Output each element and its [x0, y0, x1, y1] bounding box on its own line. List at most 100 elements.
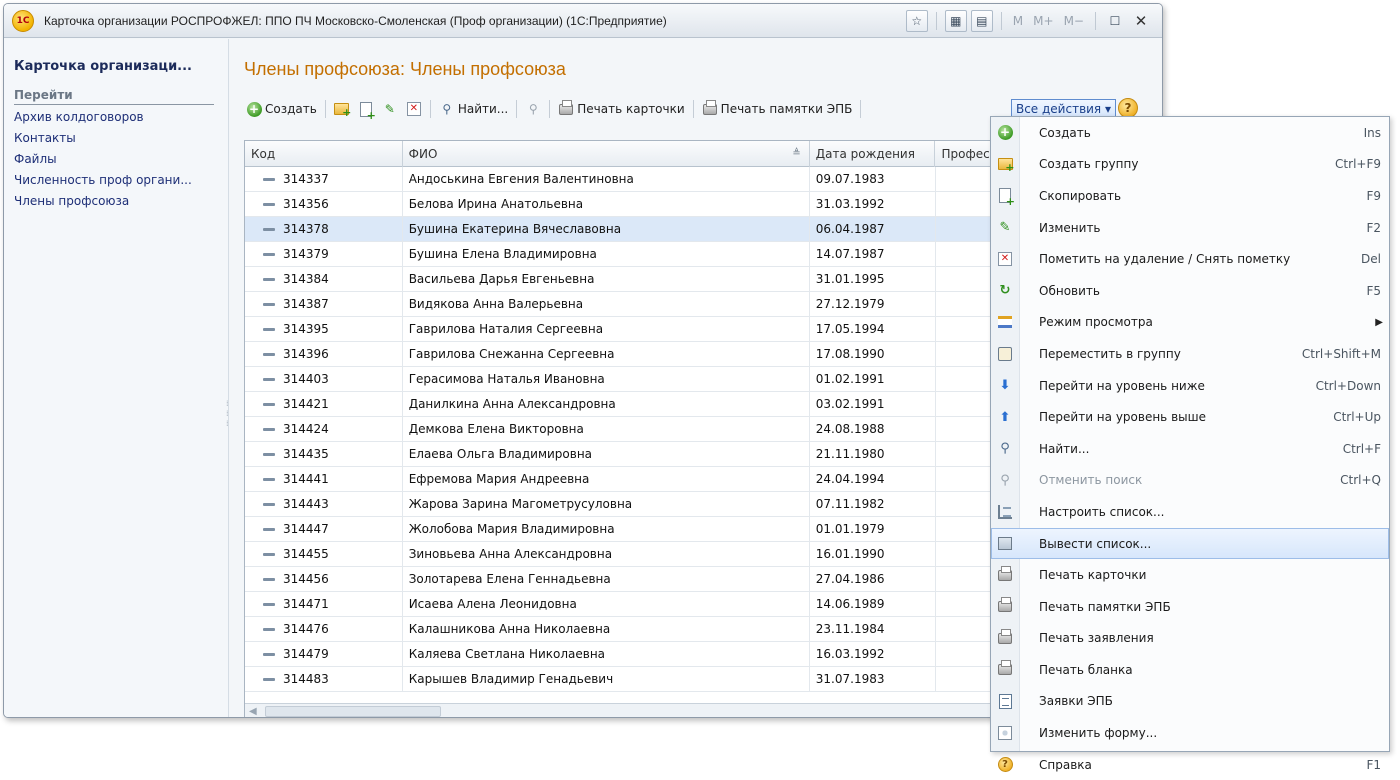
- element-marker-icon: [263, 228, 275, 231]
- create-group-button[interactable]: [330, 98, 354, 120]
- menu-item[interactable]: Изменить форму...: [991, 717, 1389, 749]
- menu-item-shortcut: F5: [1366, 283, 1381, 298]
- menu-item[interactable]: ⚲ Найти... Ctrl+F: [991, 433, 1389, 465]
- copy-button[interactable]: [354, 98, 378, 122]
- pencil-icon: ✎: [384, 102, 395, 116]
- scroll-thumb[interactable]: [265, 706, 441, 717]
- cell-fio: Гаврилова Наталия Сергеевна: [403, 317, 810, 342]
- cell-code-value: 314443: [283, 497, 329, 511]
- mark-delete-button[interactable]: ✕: [402, 98, 426, 120]
- calculator-icon[interactable]: ▦: [944, 10, 967, 32]
- column-header-fio-label: ФИО: [408, 147, 438, 161]
- find-button[interactable]: ⚲ Найти...: [435, 98, 512, 120]
- print-card-button[interactable]: Печать карточки: [554, 98, 688, 120]
- menu-item[interactable]: Создать группу Ctrl+F9: [991, 149, 1389, 181]
- menu-item[interactable]: ? Справка F1: [991, 749, 1389, 780]
- cell-birthdate: 06.04.1987: [810, 217, 936, 242]
- cell-fio: Жарова Зарина Магометрусуловна: [403, 492, 810, 517]
- menu-item[interactable]: ⬆ Перейти на уровень выше Ctrl+Up: [991, 401, 1389, 433]
- element-marker-icon: [263, 203, 275, 206]
- cell-code-value: 314387: [283, 297, 329, 311]
- element-marker-icon: [263, 628, 275, 631]
- memory-plus-button[interactable]: M+: [1030, 10, 1056, 32]
- menu-item[interactable]: Заявки ЭПБ: [991, 686, 1389, 718]
- menu-item[interactable]: Печать карточки: [991, 559, 1389, 591]
- delete-mark-icon: ✕: [406, 101, 422, 117]
- column-header-birthdate[interactable]: Дата рождения: [810, 141, 936, 167]
- find-label: Найти...: [457, 102, 509, 116]
- cell-code: 314479: [245, 642, 403, 667]
- left-link-3[interactable]: Численность проф органи...: [14, 172, 228, 189]
- menu-item[interactable]: Скопировать F9: [991, 180, 1389, 212]
- cell-fio: Бушина Елена Владимировна: [403, 242, 810, 267]
- column-header-fio[interactable]: ФИО ≜: [403, 141, 810, 167]
- menu-item[interactable]: Настроить список...: [991, 496, 1389, 528]
- cell-code-value: 314424: [283, 422, 329, 436]
- favorites-icon[interactable]: ☆: [905, 10, 928, 32]
- level-up-icon: ⬆: [999, 409, 1011, 425]
- cell-birthdate: 21.11.1980: [810, 442, 936, 467]
- menu-item[interactable]: ⬇ Перейти на уровень ниже Ctrl+Down: [991, 370, 1389, 402]
- element-marker-icon: [263, 303, 275, 306]
- cancel-search-button[interactable]: ⚲: [521, 98, 545, 120]
- create-icon: +: [997, 125, 1013, 141]
- menu-item[interactable]: Печать заявления: [991, 623, 1389, 655]
- cell-birthdate: 31.01.1995: [810, 267, 936, 292]
- cell-fio: Видякова Анна Валерьевна: [403, 292, 810, 317]
- edit-button[interactable]: ✎: [378, 98, 402, 120]
- cell-code-value: 314483: [283, 672, 329, 686]
- title-separator: [1095, 12, 1096, 30]
- app-logo-icon[interactable]: 1С: [12, 9, 34, 32]
- menu-item-label: Изменить форму...: [1039, 726, 1158, 741]
- close-icon[interactable]: ✕: [1130, 10, 1152, 32]
- left-link-2[interactable]: Файлы: [14, 151, 228, 168]
- printer-icon: [702, 99, 718, 117]
- cell-code: 314443: [245, 492, 403, 517]
- cell-birthdate: 14.07.1987: [810, 242, 936, 267]
- search-icon: ⚲: [442, 102, 452, 116]
- left-link-1[interactable]: Контакты: [14, 130, 228, 147]
- print-epb-button[interactable]: Печать памятки ЭПБ: [698, 98, 857, 120]
- menu-item[interactable]: Печать бланка: [991, 654, 1389, 686]
- menu-item[interactable]: Режим просмотра ▶: [991, 307, 1389, 339]
- cell-birthdate: 24.04.1994: [810, 467, 936, 492]
- cell-fio: Исаева Алена Леонидовна: [403, 592, 810, 617]
- menu-item[interactable]: Печать памятки ЭПБ: [991, 591, 1389, 623]
- maximize-icon[interactable]: ☐: [1104, 10, 1126, 32]
- menu-item[interactable]: Вывести список...: [991, 527, 1389, 560]
- memory-m-button[interactable]: M: [1010, 10, 1026, 32]
- menu-item-label: Скопировать: [1039, 188, 1122, 203]
- menu-item-label: Создать: [1039, 125, 1091, 140]
- create-button[interactable]: + Создать: [242, 98, 321, 120]
- toolbar-separator: [516, 100, 518, 118]
- calendar-icon[interactable]: ▤: [970, 10, 993, 32]
- cancel-search-icon: ⚲: [1000, 472, 1010, 488]
- printer-icon: [997, 660, 1013, 678]
- menu-item-shortcut: Ins: [1363, 125, 1381, 140]
- scroll-left-arrow-icon[interactable]: ◀: [249, 706, 257, 717]
- menu-item[interactable]: ✕ Пометить на удаление / Снять пометку Del: [991, 243, 1389, 275]
- cell-code-value: 314479: [283, 647, 329, 661]
- menu-item-shortcut: F2: [1366, 220, 1381, 235]
- cell-code-value: 314384: [283, 272, 329, 286]
- menu-item-label: Перейти на уровень выше: [1039, 410, 1206, 425]
- menu-item[interactable]: + Создать Ins: [991, 117, 1389, 149]
- left-link-0[interactable]: Архив колдоговоров: [14, 109, 228, 126]
- menu-item[interactable]: ↻ Обновить F5: [991, 275, 1389, 307]
- menu-item-shortcut: Del: [1361, 252, 1381, 267]
- left-link-4[interactable]: Члены профсоюза: [14, 193, 228, 210]
- column-header-code[interactable]: Код: [245, 141, 403, 167]
- title-separator: [1000, 12, 1002, 30]
- cell-code: 314483: [245, 667, 403, 692]
- cell-birthdate: 17.08.1990: [810, 342, 936, 367]
- help-icon[interactable]: ?: [1118, 98, 1138, 118]
- menu-item[interactable]: Переместить в группу Ctrl+Shift+M: [991, 338, 1389, 370]
- menu-item[interactable]: ✎ Изменить F2: [991, 212, 1389, 244]
- element-marker-icon: [263, 428, 275, 431]
- cell-code: 314447: [245, 517, 403, 542]
- menu-item[interactable]: ⚲ Отменить поиск Ctrl+Q: [991, 465, 1389, 497]
- cell-code-value: 314378: [283, 222, 329, 236]
- panel-resize-grip[interactable]: ⁞ ⁞ ⁞: [226, 399, 230, 429]
- element-marker-icon: [263, 553, 275, 556]
- memory-minus-button[interactable]: M−: [1061, 10, 1087, 32]
